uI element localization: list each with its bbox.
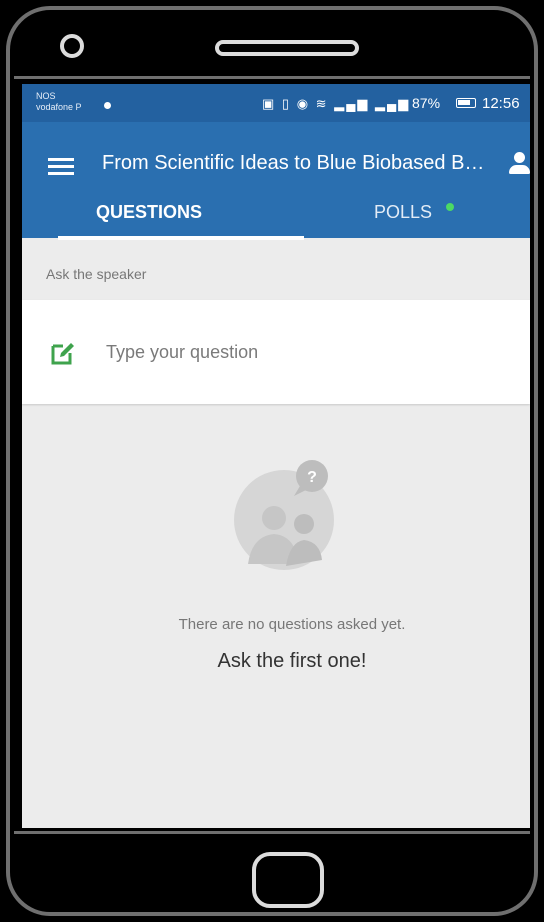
battery-icon xyxy=(456,98,476,108)
status-bar: NOS vodafone P ▣ ▯ ◉ ≋ ▂▄▆ ▂▄▆ 87% 12:56 xyxy=(22,84,530,122)
phone-frame: NOS vodafone P ▣ ▯ ◉ ≋ ▂▄▆ ▂▄▆ 87% 12:56… xyxy=(6,6,538,916)
eye-icon: ◉ xyxy=(296,96,311,111)
front-camera xyxy=(60,34,84,58)
question-card xyxy=(22,300,530,404)
section-label: Ask the speaker xyxy=(46,266,147,282)
app-bar: From Scientific Ideas to Blue Biobased B… xyxy=(22,122,530,240)
earpiece-speaker xyxy=(215,40,359,56)
empty-state-message: There are no questions asked yet. xyxy=(178,616,406,633)
carrier-name-secondary: vodafone P xyxy=(36,102,82,112)
active-tab-indicator xyxy=(58,236,304,240)
system-icons: ▣ ▯ ◉ ≋ ▂▄▆ ▂▄▆ xyxy=(262,96,410,112)
nfc-icon: ▣ xyxy=(262,96,277,111)
bezel-divider-top xyxy=(14,76,530,79)
home-button[interactable] xyxy=(252,852,324,908)
wifi-icon: ≋ xyxy=(315,96,329,111)
battery-percent: 87% xyxy=(412,95,441,111)
tab-questions[interactable]: QUESTIONS xyxy=(22,202,276,238)
tab-polls[interactable]: POLLS xyxy=(276,202,530,238)
page-title: From Scientific Ideas to Blue Biobased B… xyxy=(102,152,492,174)
notification-dot-icon xyxy=(104,102,111,109)
status-clock: 12:56 xyxy=(482,95,520,112)
user-icon[interactable] xyxy=(508,152,530,178)
signal-2-icon: ▂▄▆ xyxy=(375,96,411,111)
bezel-divider-bottom xyxy=(14,831,530,834)
svg-text:?: ? xyxy=(307,469,317,486)
app-screen: NOS vodafone P ▣ ▯ ◉ ≋ ▂▄▆ ▂▄▆ 87% 12:56… xyxy=(22,84,530,828)
empty-state-cta: Ask the first one! xyxy=(217,650,367,672)
question-input[interactable] xyxy=(104,336,508,368)
edit-icon[interactable] xyxy=(50,340,76,366)
vibrate-icon: ▯ xyxy=(281,96,292,111)
hamburger-icon[interactable] xyxy=(48,158,74,176)
new-badge-icon xyxy=(446,203,454,211)
signal-icon: ▂▄▆ xyxy=(334,96,370,111)
carrier-name: NOS xyxy=(36,91,56,101)
people-question-icon: ? xyxy=(234,460,334,570)
